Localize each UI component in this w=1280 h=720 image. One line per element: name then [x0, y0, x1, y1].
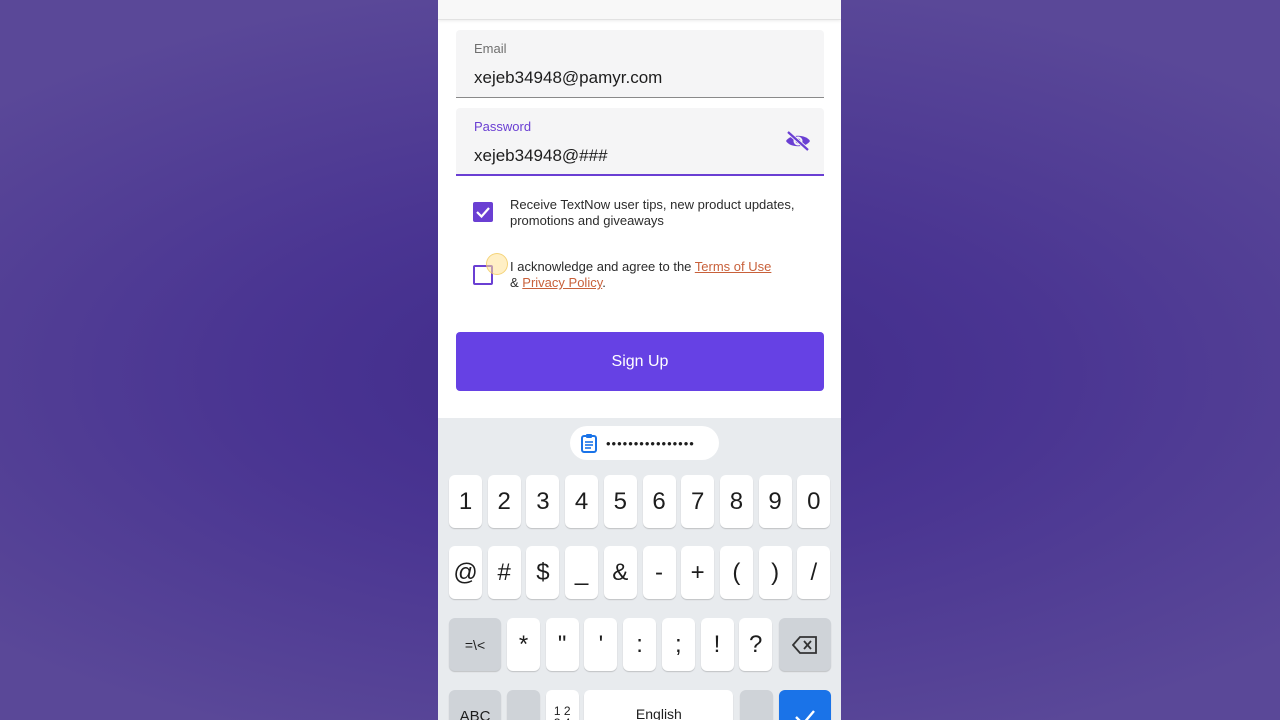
done-key[interactable] [779, 690, 831, 720]
email-field[interactable]: Email xejeb34948@pamyr.com [456, 30, 824, 98]
key-symbol[interactable]: ' [584, 618, 618, 671]
key-5[interactable]: 5 [603, 475, 637, 528]
key-6[interactable]: 6 [642, 475, 676, 528]
key-symbol[interactable]: # [487, 546, 521, 599]
tips-checkbox[interactable] [473, 202, 493, 222]
check-icon [476, 207, 490, 219]
clipboard-icon [581, 434, 597, 453]
clipboard-suggestion[interactable]: •••••••••••••••• [570, 426, 719, 460]
key-7[interactable]: 7 [681, 475, 715, 528]
on-screen-keyboard: •••••••••••••••• 1 2 3 4 5 6 7 8 9 0 @ # $ _ & - +() / =\<… [438, 418, 841, 720]
key-8[interactable]: 8 [719, 475, 753, 528]
terms-text: I acknowledge and agree to the Terms of … [510, 259, 800, 291]
key-symbol[interactable]: * [507, 618, 540, 671]
key-symbol[interactable]: - [642, 546, 676, 599]
eye-off-icon[interactable] [784, 130, 812, 152]
key-more-symbols[interactable]: =\< [449, 618, 501, 671]
sign-up-button[interactable]: Sign Up [456, 332, 824, 391]
abc-key[interactable]: ABC [449, 690, 501, 720]
terms-suffix: . [602, 275, 606, 290]
terms-prefix: I acknowledge and agree to the [510, 259, 695, 274]
clipboard-text: •••••••••••••••• [606, 435, 695, 451]
key-symbol[interactable]: @ [449, 546, 482, 599]
key-1[interactable]: 1 [449, 475, 482, 528]
terms-amp: & [510, 275, 523, 290]
tips-text: Receive TextNow user tips, new product u… [510, 197, 795, 228]
key-3[interactable]: 3 [526, 475, 560, 528]
backspace-icon [792, 635, 817, 654]
key-9[interactable]: 9 [758, 475, 792, 528]
key-symbol[interactable]: $ [526, 546, 560, 599]
check-icon [795, 709, 815, 720]
email-input[interactable]: xejeb34948@pamyr.com [474, 68, 662, 88]
key-symbol[interactable]: ; [661, 618, 695, 671]
key-symbol[interactable]: " [545, 618, 579, 671]
space-key[interactable]: English [584, 690, 734, 720]
backspace-key[interactable] [779, 618, 831, 671]
app-header [438, 0, 841, 20]
password-field[interactable]: Password xejeb34948@### [456, 108, 824, 176]
privacy-policy-link[interactable]: Privacy Policy [522, 275, 602, 290]
key-symbol[interactable]: ? [739, 618, 773, 671]
key-symbol[interactable]: / [797, 546, 831, 599]
settings-key[interactable] [507, 690, 540, 720]
email-label: Email [474, 41, 507, 56]
key-symbol[interactable]: ( [719, 546, 753, 599]
key-0[interactable]: 0 [797, 475, 831, 528]
key-symbol[interactable]: ) [758, 546, 792, 599]
phone-screen: Email xejeb34948@pamyr.com Password xeje… [438, 0, 841, 720]
password-input[interactable]: xejeb34948@### [474, 146, 608, 166]
key-symbol[interactable]: + [681, 546, 715, 599]
numpad-key[interactable]: 1 2 3 4 [545, 690, 579, 720]
key-symbol[interactable]: _ [565, 546, 599, 599]
terms-of-use-link[interactable]: Terms of Use [695, 259, 772, 274]
password-label: Password [474, 119, 532, 134]
touch-ripple [486, 253, 508, 275]
key-symbol[interactable]: ! [700, 618, 734, 671]
key-symbol[interactable]: & [603, 546, 637, 599]
key-2[interactable]: 2 [487, 475, 521, 528]
key-4[interactable]: 4 [565, 475, 599, 528]
period-key[interactable] [739, 690, 773, 720]
key-symbol[interactable]: : [623, 618, 657, 671]
